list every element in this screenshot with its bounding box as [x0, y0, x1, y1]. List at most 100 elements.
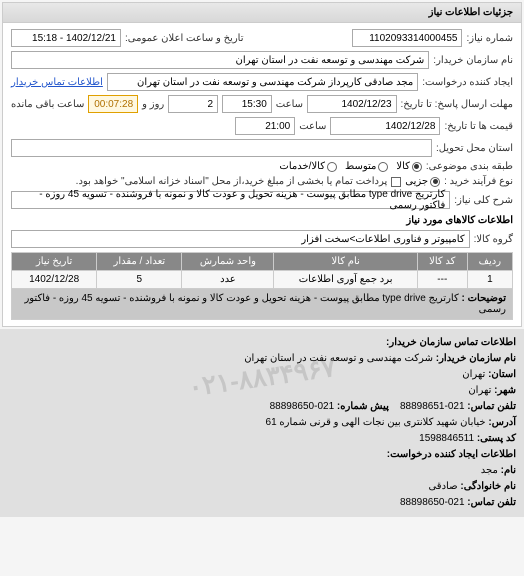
org-label: نام سازمان خریدار:: [436, 353, 516, 364]
buyer-field: شرکت مهندسی و توسعه نفت در استان تهران: [11, 51, 429, 69]
main-panel: جزئیات اطلاعات نیاز شماره نیاز: 11020933…: [2, 2, 522, 327]
cell-name: برد جمع آوری اطلاعات: [274, 271, 417, 289]
row-delivery-place: استان محل تحویل:: [11, 139, 513, 157]
remaining-suffix: ساعت باقی مانده: [11, 99, 84, 110]
deadline-valid-label: قیمت ها تا تاریخ:: [444, 121, 513, 132]
remaining-days-label: روز و: [142, 99, 164, 110]
contact-line-address: آدرس: خیابان شهید کلانتری بین نجات الهی …: [8, 415, 516, 431]
row-buy-type: نوع فرآیند خرید : جزیی پرداخت تمام یا بخ…: [11, 176, 513, 187]
delivery-place-label: استان محل تحویل:: [436, 143, 513, 154]
org-value: شرکت مهندسی و توسعه نفت در استان تهران: [244, 353, 433, 364]
contact-line-org: نام سازمان خریدار: شرکت مهندسی و توسعه ن…: [8, 351, 516, 367]
requester-label: ایجاد کننده درخواست:: [422, 77, 513, 88]
group-field: کامپیوتر و فناوری اطلاعات>سخت افزار: [11, 230, 470, 248]
time-label-2: ساعت: [299, 121, 326, 132]
radio-dot-icon: [430, 177, 440, 187]
row-deadline-valid: قیمت ها تا تاریخ: 1402/12/28 ساعت 21:00: [11, 117, 513, 135]
col-code: کد کالا: [417, 253, 467, 271]
keyword-label: شرح کلی نیاز:: [454, 195, 513, 206]
time-label-1: ساعت: [276, 99, 303, 110]
city-value: تهران: [468, 385, 491, 396]
family-value: صادقی: [428, 481, 457, 492]
phone-label: تلفن تماس:: [467, 401, 516, 412]
cell-row: 1: [467, 271, 512, 289]
city-label: شهر:: [494, 385, 516, 396]
buyer-label: نام سازمان خریدار:: [433, 55, 513, 66]
buy-type-label: نوع فرآیند خرید :: [444, 176, 513, 187]
keyword-field: کارتریج type drive مطابق پیوست - هزینه ت…: [11, 191, 450, 209]
deadline-valid-date: 1402/12/28: [330, 117, 440, 135]
postal-label: کد پستی:: [477, 433, 516, 444]
family-label: نام خانوادگی:: [460, 481, 516, 492]
row-buyer: نام سازمان خریدار: شرکت مهندسی و توسعه ن…: [11, 51, 513, 69]
contact-line-phones: تلفن تماس: 021-88898651 پیش شماره: 021-8…: [8, 399, 516, 415]
cell-date: 1402/12/28: [12, 271, 97, 289]
req-phone-value: 021-88898650: [400, 497, 465, 508]
col-unit: واحد شمارش: [182, 253, 274, 271]
delivery-place-field: [11, 139, 432, 157]
cell-unit: عدد: [182, 271, 274, 289]
postal-value: 1598846511: [419, 433, 474, 444]
col-name: نام کالا: [274, 253, 417, 271]
address-label: آدرس:: [488, 417, 516, 428]
row-requester: ایجاد کننده درخواست: مجد صادقی کارپرداز …: [11, 73, 513, 91]
remaining-time: 00:07:28: [88, 95, 138, 113]
radio-kala-label: کالا: [396, 161, 410, 172]
desc-cell: توضیحات : کارتریج type drive مطابق پیوست…: [12, 289, 513, 320]
contact-line-name: نام: مجد: [8, 463, 516, 479]
panel-title: جزئیات اطلاعات نیاز: [3, 3, 521, 23]
table-row[interactable]: 1 --- برد جمع آوری اطلاعات عدد 5 1402/12…: [12, 271, 513, 289]
panel-body: شماره نیاز: 1102093314000455 تاریخ و ساع…: [3, 23, 521, 326]
pack-radio-group: کالا متوسط کالا/خدمات: [279, 161, 421, 172]
deadline-valid-time: 21:00: [235, 117, 295, 135]
contact-line-family: نام خانوادگی: صادقی: [8, 479, 516, 495]
radio-medium-label: متوسط: [345, 161, 376, 172]
contact-line-city: شهر: تهران: [8, 383, 516, 399]
prefix-value: 021-88898650: [270, 401, 335, 412]
table-header-row: ردیف کد کالا نام کالا واحد شمارش تعداد /…: [12, 253, 513, 271]
radio-kk-label: کالا/خدمات: [279, 161, 325, 172]
phone-value: 021-88898651: [400, 401, 465, 412]
table-desc-row: توضیحات : کارتریج type drive مطابق پیوست…: [12, 289, 513, 320]
prefix-label: پیش شماره:: [337, 401, 389, 412]
radio-dot-icon: [327, 162, 337, 172]
requester-field: مجد صادقی کارپرداز شرکت مهندسی و توسعه ن…: [107, 73, 418, 91]
req-phone-label: تلفن تماس:: [467, 497, 516, 508]
radio-partial[interactable]: جزیی: [405, 176, 440, 187]
full-note: پرداخت تمام یا بخشی از مبلغ خرید،از محل …: [76, 176, 388, 187]
contact-line-province: استان: تهران: [8, 367, 516, 383]
desc-value: کارتریج type drive مطابق پیوست - هزینه ت…: [24, 293, 506, 315]
radio-kala[interactable]: کالا: [396, 161, 422, 172]
deadline-send-date: 1402/12/23: [307, 95, 397, 113]
subject-pack-label: طبقه بندی موضوعی:: [426, 161, 513, 172]
radio-kala-khadamat[interactable]: کالا/خدمات: [279, 161, 337, 172]
group-label: گروه کالا:: [474, 234, 513, 245]
row-goods-group: گروه کالا: کامپیوتر و فناوری اطلاعات>سخت…: [11, 230, 513, 248]
remaining-days: 2: [168, 95, 218, 113]
requester-section-title: اطلاعات ایجاد کننده درخواست:: [8, 447, 516, 463]
col-qty: تعداد / مقدار: [97, 253, 182, 271]
contact-link[interactable]: اطلاعات تماس خریدار: [11, 77, 103, 88]
radio-dot-icon: [412, 162, 422, 172]
radio-medium[interactable]: متوسط: [345, 161, 388, 172]
radio-partial-label: جزیی: [405, 176, 428, 187]
name-label: نام:: [501, 465, 516, 476]
row-deadline-send: مهلت ارسال پاسخ: تا تاریخ: 1402/12/23 سا…: [11, 95, 513, 113]
address-value: خیابان شهید کلانتری بین نجات الهی و قرنی…: [266, 417, 486, 428]
province-label: استان:: [488, 369, 516, 380]
province-value: تهران: [462, 369, 485, 380]
row-need-number: شماره نیاز: 1102093314000455 تاریخ و ساع…: [11, 29, 513, 47]
deadline-send-label: مهلت ارسال پاسخ: تا تاریخ:: [401, 99, 513, 110]
row-keyword: شرح کلی نیاز: کارتریج type drive مطابق پ…: [11, 191, 513, 209]
need-no-label: شماره نیاز:: [466, 33, 513, 44]
desc-label: توضیحات :: [462, 293, 506, 304]
col-date: تاریخ نیاز: [12, 253, 97, 271]
cell-code: ---: [417, 271, 467, 289]
goods-table: ردیف کد کالا نام کالا واحد شمارش تعداد /…: [11, 252, 513, 320]
need-no-field: 1102093314000455: [352, 29, 462, 47]
checkbox-full[interactable]: [391, 177, 401, 187]
cell-qty: 5: [97, 271, 182, 289]
name-value: مجد: [481, 465, 498, 476]
contact-line-req-phone: تلفن تماس: 021-88898650: [8, 495, 516, 511]
radio-dot-icon: [378, 162, 388, 172]
